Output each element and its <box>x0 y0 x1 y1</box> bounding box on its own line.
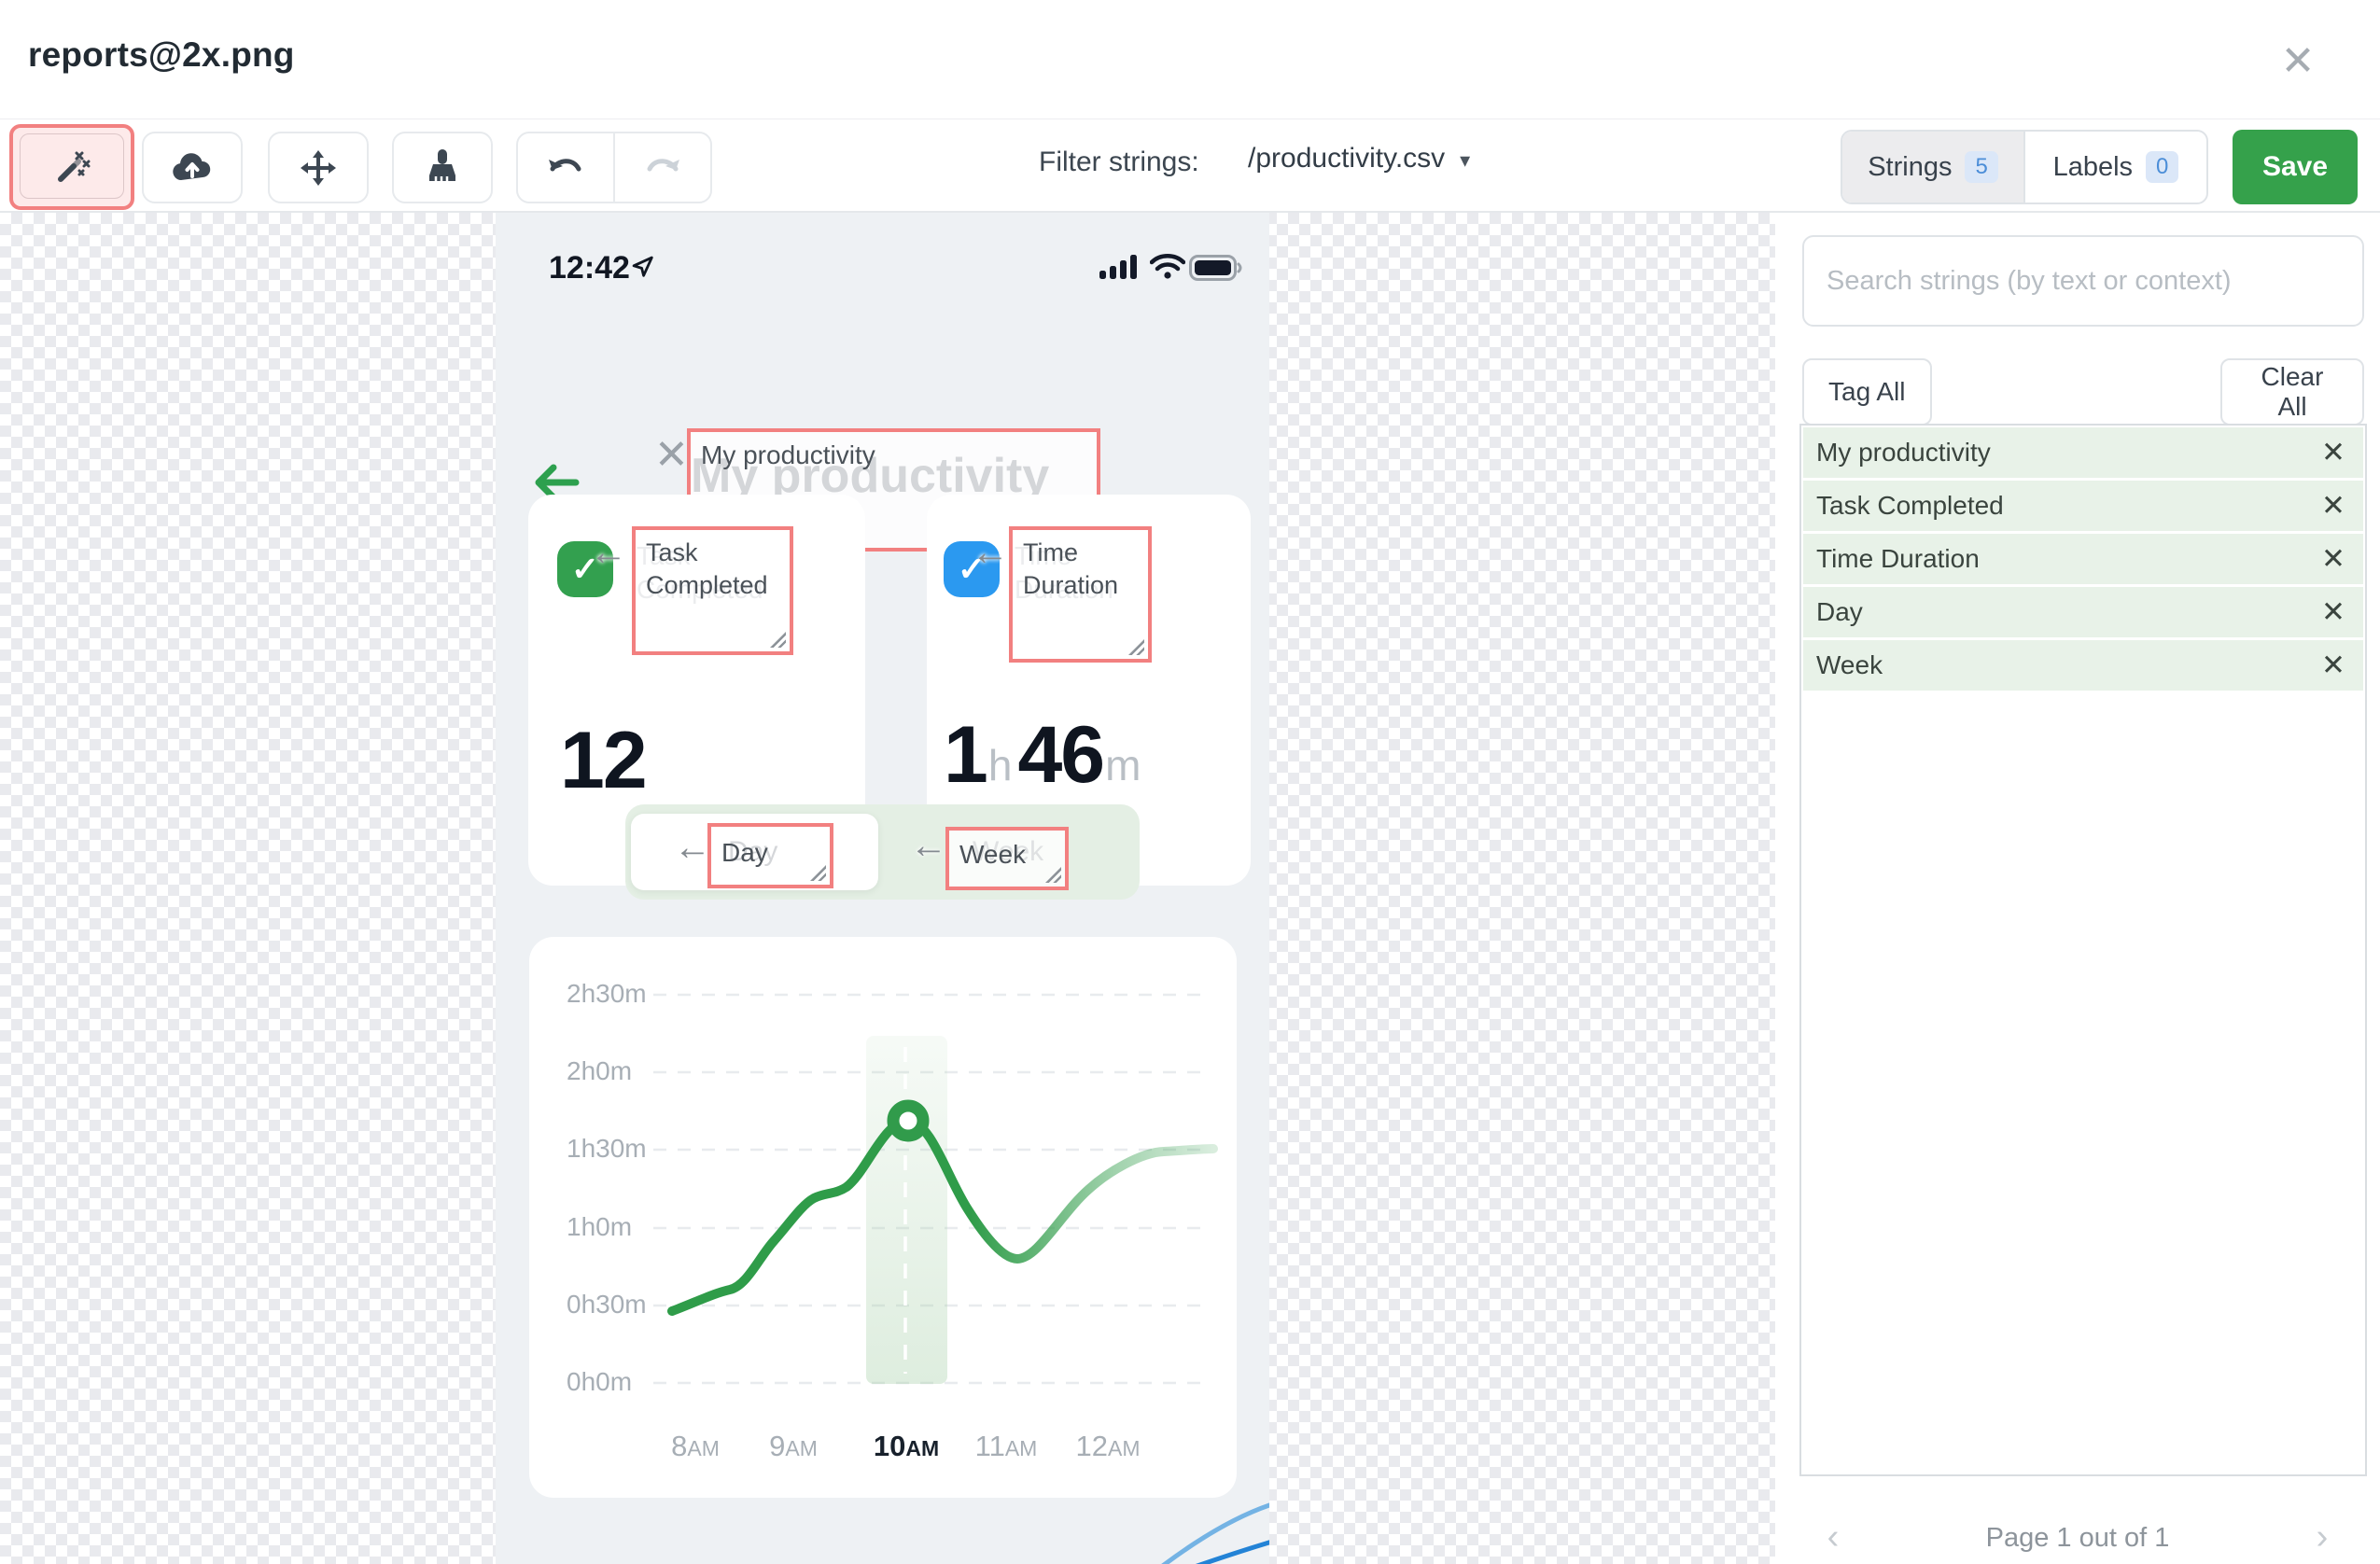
tagbox-title-label: My productivity <box>701 440 875 469</box>
day-week-toggle[interactable]: Day Week ← ← Day Week <box>625 804 1140 900</box>
undo-icon <box>545 152 586 184</box>
y-tick: 0h0m <box>567 1367 633 1396</box>
tab-strings[interactable]: Strings 5 <box>1842 132 2023 202</box>
undo-button[interactable] <box>518 133 613 202</box>
page-next-icon[interactable]: › <box>2303 1517 2341 1557</box>
string-text: Task Completed <box>1816 491 2004 520</box>
string-row[interactable]: Task Completed ✕ <box>1803 481 2363 531</box>
strings-list: My productivity ✕ Task Completed ✕ Time … <box>1799 424 2367 1476</box>
chevron-down-icon: ▾ <box>1460 148 1471 172</box>
tab-labels-label: Labels <box>2052 151 2134 182</box>
string-text: My productivity <box>1816 438 1991 467</box>
string-text: Time Duration <box>1816 544 1980 573</box>
tagbox-week-label: Week <box>959 840 1027 869</box>
y-tick: 2h30m <box>567 979 647 1008</box>
string-text: Week <box>1816 650 1883 679</box>
resize-handle-icon[interactable] <box>1045 867 1061 883</box>
resize-handle-icon[interactable] <box>810 865 826 881</box>
tag-all-button[interactable]: Tag All <box>1802 358 1932 426</box>
resize-handle-icon[interactable] <box>1128 639 1144 655</box>
tab-labels[interactable]: Labels 0 <box>2023 132 2206 202</box>
brush-icon <box>424 147 461 189</box>
save-button[interactable]: Save <box>2233 130 2358 204</box>
filter-file-value: /productivity.csv <box>1248 143 1446 174</box>
wifi-icon <box>1150 254 1185 280</box>
upload-button[interactable] <box>142 132 243 203</box>
filter-strings-label: Filter strings: <box>1039 147 1199 177</box>
string-row[interactable]: Day ✕ <box>1803 587 2363 637</box>
labels-count-badge: 0 <box>2146 151 2179 183</box>
tagged-screenshot[interactable]: 12:42 ✕ My productivity ✓ 12 ← Task Comp… <box>496 213 1269 1564</box>
clear-all-button[interactable]: Clear All <box>2220 358 2364 426</box>
hours-unit: h <box>987 741 1013 789</box>
status-time: 12:42 <box>549 250 630 286</box>
close-icon[interactable]: ✕ <box>2270 34 2326 90</box>
strings-count-badge: 5 <box>1965 151 1998 183</box>
tasks-value: 12 <box>560 716 648 805</box>
peak-marker <box>887 1099 930 1142</box>
x-tick-selected: 10AM <box>873 1430 940 1462</box>
close-x-icon[interactable]: ✕ <box>654 431 689 479</box>
filter-file-dropdown[interactable]: /productivity.csv ▾ <box>1248 143 1470 175</box>
remove-string-icon[interactable]: ✕ <box>2313 534 2354 584</box>
remove-string-icon[interactable]: ✕ <box>2313 640 2354 691</box>
resize-handle-icon[interactable] <box>770 632 786 648</box>
duration-value: 1 h 46 m <box>944 715 1146 795</box>
y-tick: 0h30m <box>567 1290 647 1319</box>
x-tick: 12AM <box>1075 1430 1141 1462</box>
remove-string-icon[interactable]: ✕ <box>2313 427 2354 478</box>
minutes-unit: m <box>1105 741 1141 789</box>
move-tool-button[interactable] <box>268 132 369 203</box>
page-indicator: Page 1 out of 1 <box>1985 1523 2170 1553</box>
duration-hours: 1 <box>944 710 988 800</box>
signal-bars-icon <box>1099 254 1141 280</box>
tagbox-week[interactable]: Week <box>945 827 1069 890</box>
tag-anchor-arrow-icon: ← <box>590 532 627 573</box>
tagbox-duration-label: Time Duration <box>1023 538 1119 599</box>
canvas-area: 12:42 ✕ My productivity ✓ 12 ← Task Comp… <box>0 213 2380 1564</box>
y-tick: 1h0m <box>567 1212 633 1241</box>
toolbar: Filter strings: /productivity.csv ▾ Stri… <box>0 120 2380 213</box>
x-tick: 9AM <box>769 1430 818 1462</box>
tag-anchor-arrow-icon: ← <box>972 532 1009 573</box>
tagbox-time-duration[interactable]: Time Duration <box>1009 526 1152 663</box>
move-icon <box>299 148 338 188</box>
redo-icon <box>642 152 683 184</box>
file-title: reports@2x.png <box>28 35 295 74</box>
string-row[interactable]: Time Duration ✕ <box>1803 534 2363 584</box>
undo-redo-group <box>516 132 712 203</box>
search-input[interactable] <box>1802 235 2364 327</box>
strings-labels-tabs: Strings 5 Labels 0 <box>1841 130 2208 204</box>
duration-minutes: 46 <box>1017 710 1105 800</box>
redo-button[interactable] <box>613 133 710 202</box>
window-header: reports@2x.png ✕ <box>0 0 2380 119</box>
search-field-wrap <box>1802 235 2364 327</box>
tab-strings-label: Strings <box>1868 151 1953 182</box>
clean-tool-button[interactable] <box>392 132 493 203</box>
tag-anchor-arrow-icon: ← <box>910 825 947 866</box>
productivity-chart-card: 2h30m 2h0m 1h30m 1h0m 0h30m 0h0m 8AM 9AM… <box>529 937 1237 1498</box>
x-tick: 11AM <box>974 1430 1038 1462</box>
y-tick: 2h0m <box>567 1056 633 1085</box>
magic-tag-tool-selected[interactable] <box>9 124 134 210</box>
string-row[interactable]: My productivity ✕ <box>1803 427 2363 478</box>
x-tick: 8AM <box>671 1430 720 1462</box>
string-text: Day <box>1816 597 1863 626</box>
strings-sidebar: Tag All Clear All My productivity ✕ Task… <box>1775 213 2380 1564</box>
string-row[interactable]: Week ✕ <box>1803 640 2363 691</box>
y-tick: 1h30m <box>567 1134 647 1163</box>
tagbox-day[interactable]: Day <box>707 823 833 888</box>
tagbox-task-label: Task Completed <box>646 538 768 599</box>
battery-icon <box>1189 255 1243 281</box>
magic-wand-icon <box>53 147 91 185</box>
remove-string-icon[interactable]: ✕ <box>2313 481 2354 531</box>
location-arrow-icon <box>630 254 656 280</box>
magic-tag-button[interactable] <box>20 133 124 199</box>
tagbox-day-label: Day <box>721 838 768 867</box>
tag-anchor-arrow-icon: ← <box>674 827 711 868</box>
pagination: ‹ Page 1 out of 1 › <box>1775 1517 2380 1558</box>
tagbox-task-completed[interactable]: Task Completed <box>632 526 793 655</box>
cloud-upload-icon <box>172 152 213 184</box>
remove-string-icon[interactable]: ✕ <box>2313 587 2354 637</box>
